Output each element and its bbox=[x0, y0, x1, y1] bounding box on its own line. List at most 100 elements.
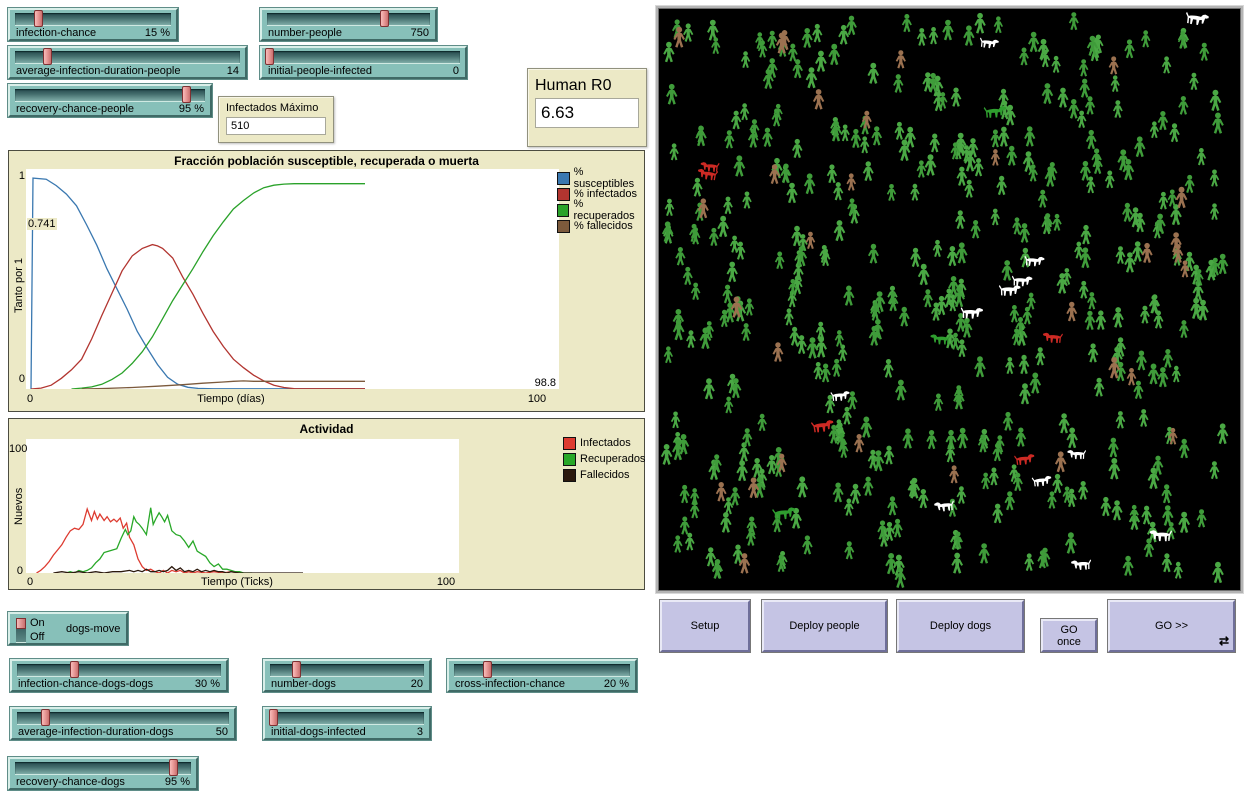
legend-swatch bbox=[557, 172, 570, 185]
deploy-dogs-button[interactable]: Deploy dogs bbox=[897, 600, 1024, 652]
x-axis-label: Tiempo (Ticks) bbox=[137, 576, 337, 588]
legend-swatch bbox=[563, 437, 576, 450]
slider-track[interactable] bbox=[15, 51, 240, 63]
slider-track[interactable] bbox=[17, 712, 229, 724]
world-view[interactable] bbox=[656, 6, 1243, 593]
plot-canvas bbox=[26, 439, 459, 573]
slider-label: cross-infection-chance bbox=[455, 678, 565, 690]
go-forever-button[interactable]: GO >> ⇄ bbox=[1108, 600, 1235, 652]
slider-label: infection-chance bbox=[16, 27, 96, 39]
slider-track[interactable] bbox=[267, 51, 460, 63]
netlogo-interface: infection-chance 15 % number-people750 av… bbox=[0, 0, 1251, 795]
y-tick-max: 1 bbox=[13, 170, 25, 182]
slider-track[interactable] bbox=[270, 664, 424, 676]
go-forever-label: GO >> bbox=[1155, 620, 1188, 632]
slider-label: recovery-chance-dogs bbox=[16, 776, 125, 788]
y-axis-label: Tanto por 1 bbox=[13, 258, 25, 313]
x-tick-max: 100 bbox=[431, 576, 461, 588]
slider-recovery-chance-dogs[interactable]: recovery-chance-dogs 95 % bbox=[8, 757, 198, 790]
legend-label: Fallecidos bbox=[580, 469, 630, 481]
deploy-people-button[interactable]: Deploy people bbox=[762, 600, 887, 652]
slider-value: 30 % bbox=[195, 678, 220, 690]
slider-label: average-infection-duration-people bbox=[16, 65, 181, 77]
slider-knob[interactable] bbox=[43, 48, 52, 65]
slider-number-people[interactable]: number-people750 bbox=[260, 8, 437, 41]
slider-knob[interactable] bbox=[70, 661, 79, 678]
go-once-button[interactable]: GO once bbox=[1041, 619, 1097, 652]
slider-knob[interactable] bbox=[269, 709, 278, 726]
slider-track[interactable] bbox=[454, 664, 630, 676]
y-tick-min: 0 bbox=[13, 373, 25, 385]
x-tick-max: 100 bbox=[522, 393, 552, 405]
slider-knob[interactable] bbox=[41, 709, 50, 726]
monitor-human-r0: Human R0 6.63 bbox=[527, 68, 647, 147]
slider-value: 50 bbox=[216, 726, 228, 738]
monitor-value: 510 bbox=[226, 117, 326, 135]
legend-label: % fallecidos bbox=[574, 220, 633, 232]
slider-label: initial-dogs-infected bbox=[271, 726, 366, 738]
slider-knob[interactable] bbox=[292, 661, 301, 678]
slider-knob[interactable] bbox=[265, 48, 274, 65]
slider-knob[interactable] bbox=[34, 10, 43, 27]
slider-value: 95 % bbox=[165, 776, 190, 788]
monitor-value: 6.63 bbox=[535, 98, 639, 128]
slider-average-infection-duration-dogs[interactable]: average-infection-duration-dogs50 bbox=[10, 707, 236, 740]
legend-swatch bbox=[563, 469, 576, 482]
slider-knob[interactable] bbox=[169, 759, 178, 776]
world-agents bbox=[658, 8, 1239, 589]
plot-title: Fracción población susceptible, recupera… bbox=[9, 154, 644, 168]
legend-label: Infectados bbox=[580, 437, 631, 449]
slider-number-dogs[interactable]: number-dogs20 bbox=[263, 659, 431, 692]
monitor-infectados-maximo: Infectados Máximo 510 bbox=[218, 96, 334, 143]
plot-lines bbox=[26, 439, 459, 573]
slider-initial-people-infected[interactable]: initial-people-infected 0 bbox=[260, 46, 467, 79]
monitor-label: Infectados Máximo bbox=[219, 97, 333, 116]
y-axis-label: Nuevos bbox=[13, 488, 25, 525]
y-tick-max: 100 bbox=[9, 443, 23, 455]
switch-dogs-move[interactable]: On Off dogs-move bbox=[8, 612, 128, 645]
toggle-track[interactable] bbox=[16, 618, 26, 642]
slider-value: 14 bbox=[227, 65, 239, 77]
plot-fraccion-poblacion: Fracción población susceptible, recupera… bbox=[8, 150, 645, 412]
switch-on-label: On bbox=[30, 616, 45, 630]
plot-canvas: 98.8 bbox=[26, 169, 559, 389]
plot-end-x-label: 98.8 bbox=[535, 377, 556, 389]
slider-knob[interactable] bbox=[483, 661, 492, 678]
legend-label: % susceptibles bbox=[574, 166, 644, 190]
slider-track[interactable] bbox=[15, 762, 191, 774]
monitor-label: Human R0 bbox=[528, 69, 646, 97]
x-tick-min: 0 bbox=[27, 393, 33, 405]
slider-value: 15 % bbox=[145, 27, 170, 39]
slider-label: infection-chance-dogs-dogs bbox=[18, 678, 153, 690]
legend-item: % recuperados bbox=[557, 202, 644, 218]
slider-infection-chance[interactable]: infection-chance 15 % bbox=[8, 8, 178, 41]
plot-legend: Infectados Recuperados Fallecidos bbox=[563, 435, 645, 483]
slider-knob[interactable] bbox=[182, 86, 191, 103]
plot-title: Actividad bbox=[9, 422, 644, 436]
setup-button[interactable]: Setup bbox=[660, 600, 750, 652]
toggle-knob[interactable] bbox=[16, 618, 26, 629]
slider-value: 0 bbox=[453, 65, 459, 77]
legend-label: % recuperados bbox=[573, 198, 644, 222]
slider-value: 3 bbox=[417, 726, 423, 738]
slider-track[interactable] bbox=[270, 712, 424, 724]
slider-infection-chance-dogs-dogs[interactable]: infection-chance-dogs-dogs 30 % bbox=[10, 659, 228, 692]
slider-label: initial-people-infected bbox=[268, 65, 372, 77]
slider-track[interactable] bbox=[17, 664, 221, 676]
slider-knob[interactable] bbox=[380, 10, 389, 27]
slider-track[interactable] bbox=[267, 13, 430, 25]
x-axis-label: Tiempo (días) bbox=[131, 393, 331, 405]
slider-track[interactable] bbox=[15, 89, 205, 101]
plot-lines bbox=[26, 169, 559, 389]
slider-value: 20 % bbox=[604, 678, 629, 690]
slider-initial-dogs-infected[interactable]: initial-dogs-infected 3 bbox=[263, 707, 431, 740]
plot-legend: % susceptibles % infectados % recuperado… bbox=[557, 170, 644, 234]
slider-cross-infection-chance[interactable]: cross-infection-chance 20 % bbox=[447, 659, 637, 692]
y-tick-min: 0 bbox=[11, 565, 23, 577]
slider-average-infection-duration-people[interactable]: average-infection-duration-people 14 bbox=[8, 46, 247, 79]
slider-label: number-dogs bbox=[271, 678, 336, 690]
slider-recovery-chance-people[interactable]: recovery-chance-people95 % bbox=[8, 84, 212, 117]
switch-off-label: Off bbox=[30, 630, 45, 644]
slider-track[interactable] bbox=[15, 13, 171, 25]
legend-item: % susceptibles bbox=[557, 170, 644, 186]
